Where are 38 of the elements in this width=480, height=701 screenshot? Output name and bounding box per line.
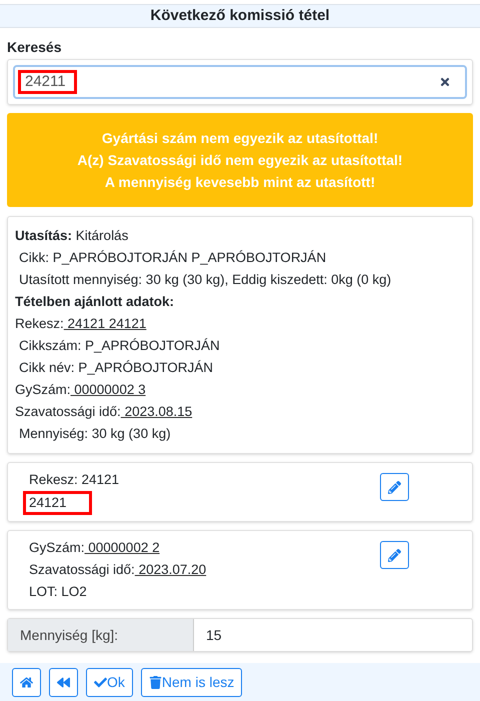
info-text: 24121 [23, 491, 92, 515]
info-text: GySzám: 00000002 2 [29, 539, 161, 557]
close-icon[interactable] [439, 76, 451, 88]
info-text: Szavatossági idő: 2023.08.15 [15, 403, 194, 421]
info-text: Cikkszám: P_APRÓBOJTORJÁN [18, 337, 221, 355]
search-field[interactable]: 24211 [13, 65, 467, 99]
quantity-label: Mennyiség [kg]: [8, 619, 194, 651]
info-text: GySzám: 00000002 3 [15, 381, 147, 399]
quantity-field[interactable]: Mennyiség [kg]: 15 [7, 618, 473, 652]
edit-button[interactable] [380, 541, 409, 569]
delete-button[interactable]: Nem is lesz [140, 668, 242, 696]
instruction-text: Utasítás: Kitárolás [15, 227, 130, 245]
pencil-icon [388, 480, 401, 494]
check-icon [94, 676, 107, 688]
home-button[interactable] [12, 668, 41, 696]
warning-text: A(z) Szavatossági idő nem egyezik az utasítottal! [77, 151, 403, 170]
info-text: Cikk: P_APRÓBOJTORJÁN P_APRÓBOJTORJÁN [18, 249, 328, 267]
search-label: Keresés [7, 38, 62, 57]
info-text: LOT: LO2 [29, 584, 87, 599]
info-text: Szavatossági idő: 2023.07.20 [29, 561, 208, 579]
home-icon [20, 676, 33, 688]
section-heading: Tételben ajánlott adatok: [15, 293, 176, 311]
warning-text: A mennyiség kevesebb mint az utasított! [104, 173, 376, 192]
edit-button[interactable] [380, 473, 409, 501]
title-bar: Következő komissió tétel [0, 4, 480, 28]
info-text: Cikk név: P_APRÓBOJTORJÁN [18, 359, 214, 377]
pencil-icon [388, 548, 401, 562]
search-value: 24211 [18, 70, 77, 94]
info-text: Utasított mennyiség: 30 kg (30 kg), Eddig kiszedett: 0kg (0 kg) [18, 271, 392, 289]
ok-button[interactable]: Ok [86, 668, 133, 696]
info-text: Rekesz: 24121 [29, 472, 120, 487]
info-text: Rekesz: 24121 24121 [15, 315, 148, 333]
rewind-icon [57, 676, 70, 688]
info-text: Mennyiség: 30 kg (30 kg) [18, 425, 172, 443]
trash-icon [148, 676, 162, 688]
warning-text: Gyártási szám nem egyezik az utasítottal! [102, 129, 378, 148]
quantity-value: 15 [205, 626, 222, 644]
back-button[interactable] [49, 668, 78, 696]
